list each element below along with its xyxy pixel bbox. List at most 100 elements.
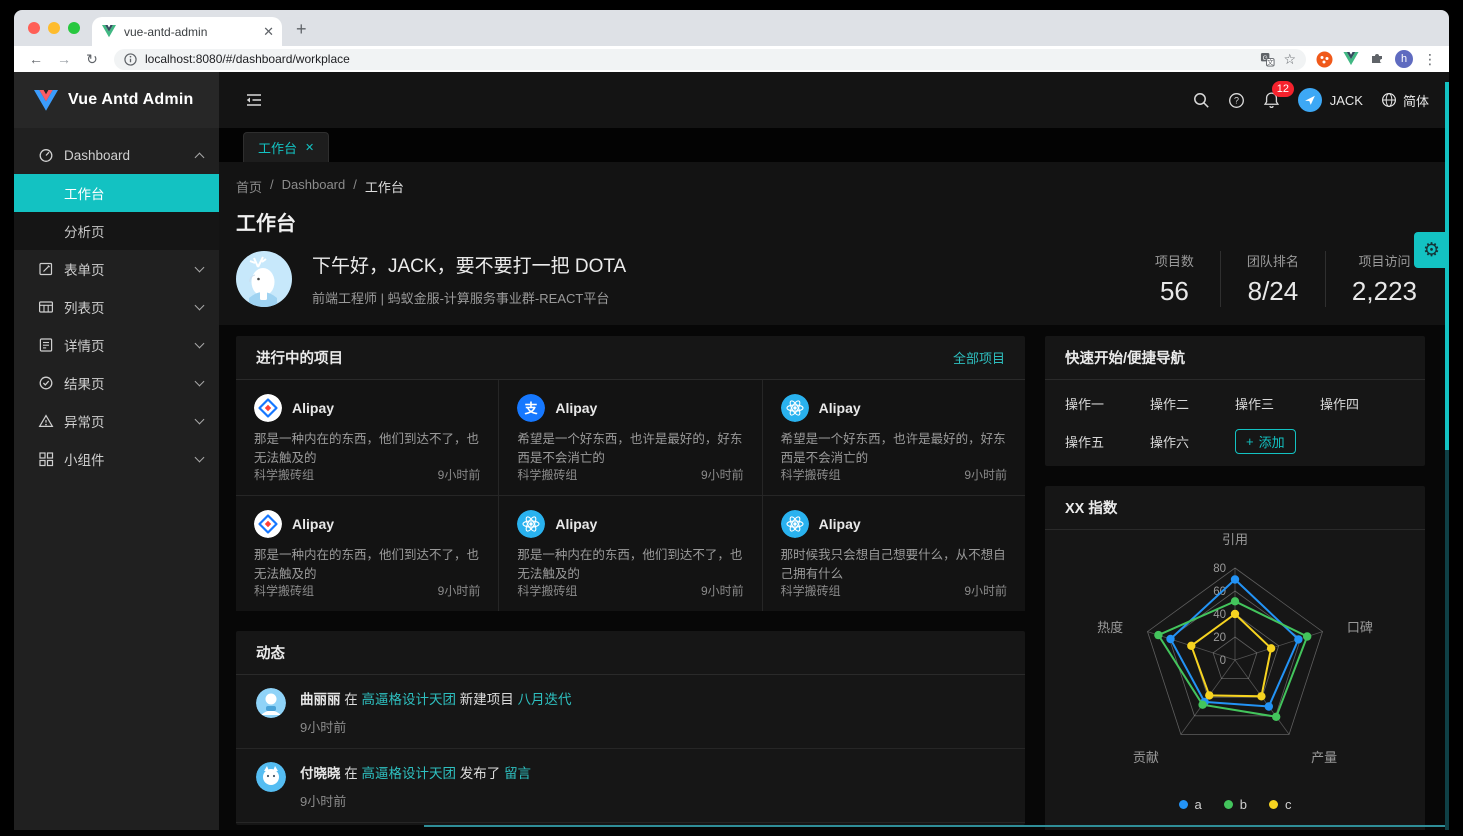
project-desc: 那是一种内在的东西，他们到达不了，也无法触及的 [254, 546, 480, 582]
sidebar-subitem[interactable]: 分析页 [14, 212, 219, 250]
project-card[interactable]: Alipay那是一种内在的东西，他们到达不了，也无法触及的科学搬砖组9小时前 [236, 380, 498, 495]
user-menu[interactable]: JACK [1298, 88, 1363, 112]
menu-fold-icon[interactable] [245, 91, 263, 109]
screenshot-stage: vue-antd-admin ✕ + ← → ↻ localhost:8080/… [0, 0, 1463, 836]
project-name[interactable]: Alipay [819, 400, 861, 416]
sidebar-item-label: 异常页 [64, 411, 186, 431]
tab-close-icon[interactable]: ✕ [263, 25, 274, 38]
sidebar-item-列表页[interactable]: 列表页 [14, 288, 219, 326]
quick-op-link[interactable]: 操作四 [1320, 394, 1405, 413]
project-name[interactable]: Alipay [555, 400, 597, 416]
url-text[interactable]: localhost:8080/#/dashboard/workplace [145, 52, 1252, 66]
quick-op-link[interactable]: 操作六 [1150, 432, 1235, 451]
browser-menu-icon[interactable]: ⋮ [1423, 51, 1437, 68]
vue-logo-icon [34, 90, 58, 111]
sidebar-item-异常页[interactable]: 异常页 [14, 402, 219, 440]
project-group[interactable]: 科学搬砖组 [254, 582, 314, 599]
project-name[interactable]: Alipay [292, 400, 334, 416]
sidebar-item-小组件[interactable]: 小组件 [14, 440, 219, 478]
sidebar-item-表单页[interactable]: 表单页 [14, 250, 219, 288]
project-card[interactable]: Alipay 那时候我只会想自己想要什么，从不想自己拥有什么科学搬砖组 9小时前 [763, 496, 1025, 611]
sidebar-subitem[interactable]: 工作台 [14, 174, 219, 212]
stat-label: 项目访问 [1352, 251, 1417, 270]
app-logo[interactable]: Vue Antd Admin [14, 72, 219, 128]
activity-object-link[interactable]: 八月迭代 [518, 692, 572, 707]
sidebar-item-label: 表单页 [64, 259, 186, 279]
breadcrumb-home[interactable]: 首页 [236, 177, 262, 196]
extensions-puzzle-icon[interactable] [1369, 51, 1385, 67]
browser-window: vue-antd-admin ✕ + ← → ↻ localhost:8080/… [14, 10, 1449, 830]
back-button[interactable]: ← [24, 51, 48, 67]
project-desc: 那时候我只会想自己想要什么，从不想自己拥有什么 [781, 546, 1007, 582]
quick-op-link[interactable]: 操作一 [1065, 394, 1150, 413]
help-icon[interactable]: ? [1228, 92, 1245, 109]
sidebar-item-详情页[interactable]: 详情页 [14, 326, 219, 364]
activity-object-link[interactable]: 留言 [504, 766, 531, 781]
browser-toolbar: ← → ↻ localhost:8080/#/dashboard/workpla… [14, 46, 1449, 72]
project-time: 9小时前 [701, 582, 744, 599]
bookmark-star-icon[interactable]: ☆ [1283, 51, 1296, 68]
all-projects-link[interactable]: 全部项目 [953, 348, 1005, 367]
activity-target-link[interactable]: 高逼格设计天团 [362, 766, 457, 781]
browser-tab[interactable]: vue-antd-admin ✕ [92, 17, 282, 46]
sidebar-item-Dashboard[interactable]: Dashboard [14, 136, 219, 174]
quick-op-link[interactable]: 操作五 [1065, 432, 1150, 451]
tab-close-icon[interactable]: ✕ [305, 141, 314, 154]
project-group[interactable]: 科学搬砖组 [781, 466, 841, 483]
quick-op-link[interactable]: 操作二 [1150, 394, 1235, 413]
scrollbar-thumb[interactable] [1445, 82, 1449, 450]
search-icon[interactable] [1193, 92, 1210, 109]
project-card[interactable]: Alipay那是一种内在的东西，他们到达不了，也无法触及的科学搬砖组9小时前 [236, 496, 498, 611]
project-group[interactable]: 科学搬砖组 [781, 582, 841, 599]
chart-legend: a b c [1045, 797, 1425, 812]
activity-target-link[interactable]: 高逼格设计天团 [362, 692, 457, 707]
quick-nav-header: 快速开始/便捷导航 [1045, 336, 1425, 380]
quick-op-link[interactable]: 操作三 [1235, 394, 1320, 413]
project-name[interactable]: Alipay [819, 516, 861, 532]
reload-button[interactable]: ↻ [80, 51, 104, 68]
site-info-icon[interactable] [124, 53, 137, 66]
alipay-logo-icon: 支 [517, 394, 545, 422]
project-name[interactable]: Alipay [555, 516, 597, 532]
sidebar-item-label: Dashboard [64, 148, 186, 163]
browser-profile-avatar[interactable]: h [1395, 50, 1413, 68]
project-card[interactable]: Alipay希望是一个好东西，也许是最好的，好东西是不会消亡的科学搬砖组9小时前 [763, 380, 1025, 495]
notification-bell[interactable]: 12 [1263, 91, 1280, 109]
radar-chart: 806040200引用口碑产量贡献热度 [1045, 530, 1425, 795]
sidebar-item-结果页[interactable]: 结果页 [14, 364, 219, 402]
svg-text:产量: 产量 [1311, 750, 1337, 765]
add-button[interactable]: +添加 [1235, 429, 1296, 454]
sidebar-item-label: 详情页 [64, 335, 186, 355]
projects-card-header: 进行中的项目 全部项目 [236, 336, 1025, 380]
svg-text:引用: 引用 [1222, 532, 1248, 547]
breadcrumb-dashboard[interactable]: Dashboard [282, 177, 346, 196]
theme-settings-button[interactable]: ⚙ [1414, 232, 1449, 268]
dashboard-icon [38, 147, 54, 163]
vue-devtools-icon[interactable] [1343, 52, 1359, 66]
stat-value: 56 [1155, 276, 1194, 307]
tab-workplace[interactable]: 工作台 ✕ [243, 132, 329, 162]
close-window-button[interactable] [28, 22, 40, 34]
vertical-scrollbar[interactable] [1445, 72, 1449, 830]
zoom-window-button[interactable] [68, 22, 80, 34]
legend-item-c[interactable]: c [1269, 797, 1292, 812]
new-tab-button[interactable]: + [282, 19, 321, 46]
project-group[interactable]: 科学搬砖组 [254, 466, 314, 483]
project-group[interactable]: 科学搬砖组 [517, 466, 577, 483]
minimize-window-button[interactable] [48, 22, 60, 34]
legend-item-a[interactable]: a [1179, 797, 1202, 812]
address-bar[interactable]: localhost:8080/#/dashboard/workplace G 文… [114, 49, 1306, 70]
index-chart-card: XX 指数 806040200引用口碑产量贡献热度 abc [1045, 486, 1425, 830]
extension-orange-icon[interactable] [1316, 51, 1333, 68]
project-card[interactable]: 支Alipay希望是一个好东西，也许是最好的，好东西是不会消亡的科学搬砖组9小时… [499, 380, 761, 495]
forward-button[interactable]: → [52, 51, 76, 67]
stat-项目访问: 项目访问2,223 [1325, 251, 1425, 307]
project-group[interactable]: 科学搬砖组 [517, 582, 577, 599]
legend-item-b[interactable]: b [1224, 797, 1247, 812]
horizontal-scrollbar[interactable] [424, 825, 1445, 827]
language-switcher[interactable]: 简体 [1381, 91, 1429, 110]
project-name[interactable]: Alipay [292, 516, 334, 532]
project-card[interactable]: Alipay那是一种内在的东西，他们到达不了，也无法触及的科学搬砖组9小时前 [499, 496, 761, 611]
translate-icon[interactable]: G 文 [1260, 52, 1275, 67]
project-time: 9小时前 [964, 582, 1007, 599]
